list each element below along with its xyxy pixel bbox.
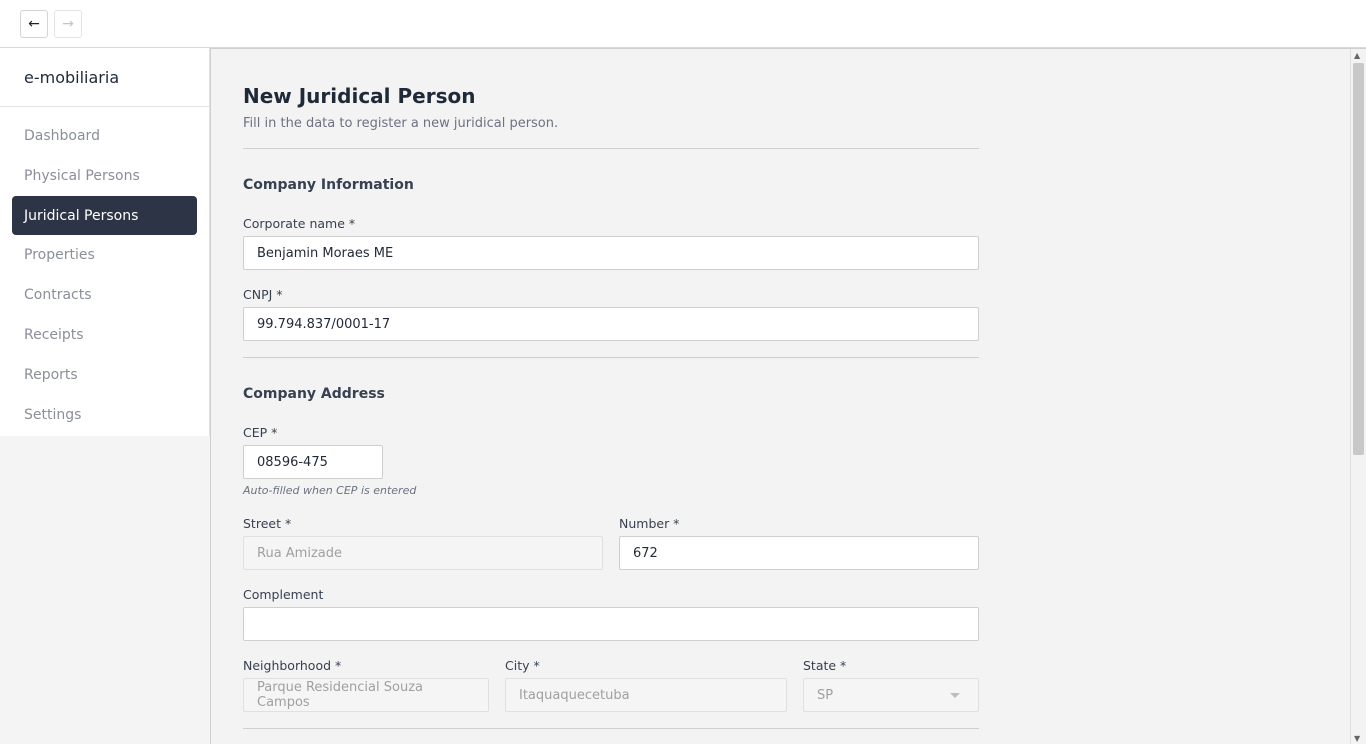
neighborhood-input[interactable]: Parque Residencial Souza Campos [243,678,489,712]
number-input[interactable]: 672 [619,536,979,570]
sidebar-item-receipts[interactable]: Receipts [12,315,197,355]
state-select[interactable]: SP [803,678,979,712]
complement-input[interactable] [243,607,979,641]
sidebar-item-properties[interactable]: Properties [12,235,197,275]
section-company-information: Company Information [243,177,414,193]
divider [243,148,979,149]
back-button[interactable]: ← [20,10,48,38]
sidebar-item-juridical-persons[interactable]: Juridical Persons [12,196,197,235]
neighborhood-label: Neighborhood * [243,658,342,673]
state-select-value: SP [817,687,834,703]
corporate-name-input[interactable]: Benjamin Moraes ME [243,236,979,270]
sidebar-item-contracts[interactable]: Contracts [12,275,197,315]
vertical-scrollbar[interactable]: ▲ ▼ [1350,49,1366,744]
app-brand: e-mobiliaria [0,48,209,107]
chevron-down-icon [950,693,960,698]
cep-label: CEP * [243,425,278,440]
cnpj-input[interactable]: 99.794.837/0001-17 [243,307,979,341]
divider [243,728,979,729]
section-company-address: Company Address [243,386,385,402]
sidebar-item-reports[interactable]: Reports [12,355,197,395]
page-subtitle: Fill in the data to register a new jurid… [243,116,559,131]
page-title: New Juridical Person [243,84,476,108]
state-label: State * [803,658,847,673]
sidebar-item-settings[interactable]: Settings [12,395,197,435]
scroll-down-icon[interactable]: ▼ [1354,734,1360,743]
corporate-name-label: Corporate name * [243,216,356,231]
scrollbar-thumb[interactable] [1353,63,1364,455]
arrow-left-icon: ← [28,16,40,32]
main-content: New Juridical Person Fill in the data to… [210,48,1366,744]
top-bar: ← → [0,0,1366,48]
number-label: Number * [619,516,680,531]
city-label: City * [505,658,540,673]
arrow-right-icon: → [62,16,74,32]
cnpj-label: CNPJ * [243,287,283,302]
complement-label: Complement [243,587,324,602]
sidebar-item-dashboard[interactable]: Dashboard [12,116,197,156]
forward-button[interactable]: → [54,10,82,38]
cep-input[interactable]: 08596-475 [243,445,383,479]
sidebar-item-physical-persons[interactable]: Physical Persons [12,156,197,196]
sidebar-menu: Dashboard Physical Persons Juridical Per… [0,107,209,435]
cep-hint: Auto-filled when CEP is entered [243,484,417,497]
sidebar: e-mobiliaria Dashboard Physical Persons … [0,48,210,744]
street-input[interactable]: Rua Amizade [243,536,603,570]
divider [243,357,979,358]
city-input[interactable]: Itaquaquecetuba [505,678,787,712]
scroll-up-icon[interactable]: ▲ [1354,51,1360,60]
street-label: Street * [243,516,292,531]
